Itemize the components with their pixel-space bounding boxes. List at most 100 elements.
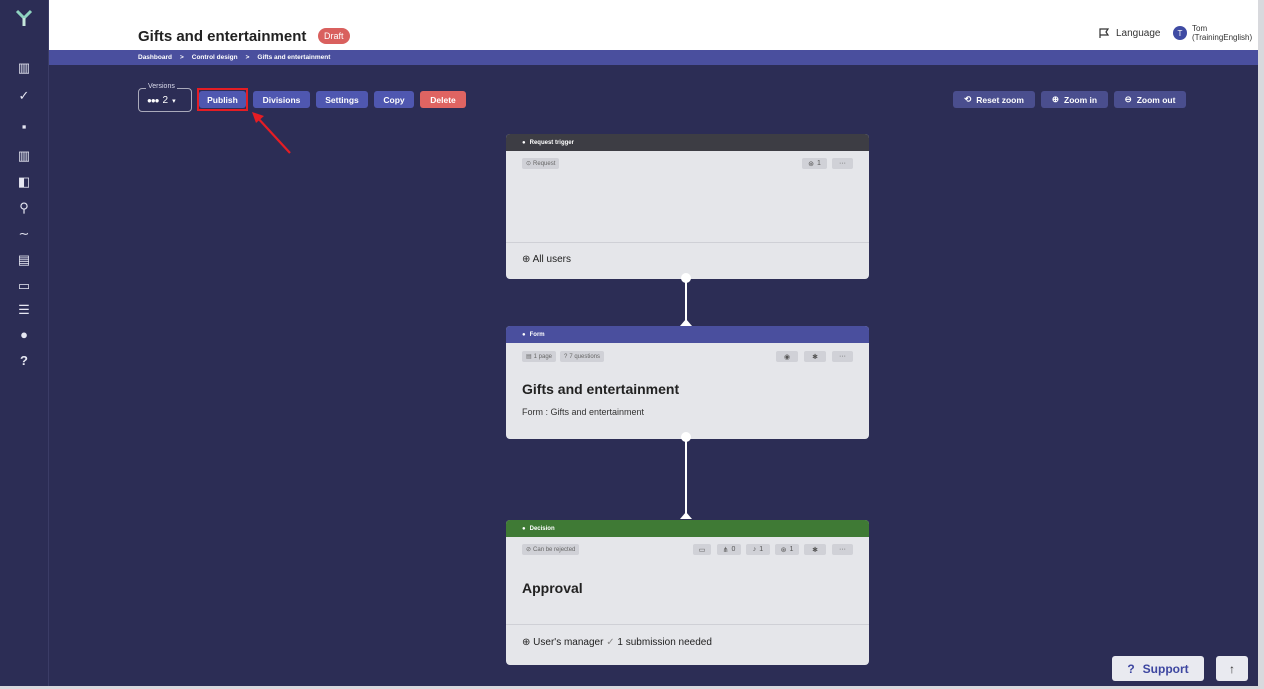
connector-line [685,280,687,324]
language-label: Language [1116,28,1161,39]
library-icon[interactable]: ◧ [13,172,35,192]
notification-count-value: 1 [759,546,764,553]
pages-chip-label: 1 page [533,353,553,360]
info-icon: ● [522,525,526,532]
more-icon[interactable]: ··· [832,544,853,555]
card-footer: ⊕ User's manager ✓ 1 submission needed [506,624,869,665]
submissions-label: 1 submission needed [617,637,712,648]
breadcrumb: Dashboard > Control design > Gifts and e… [49,50,1258,65]
help-icon[interactable]: ? [13,350,35,370]
group-icon: ⊛ [808,160,814,168]
reset-zoom-label: Reset zoom [976,94,1024,105]
calendar-icon[interactable]: ▭ [693,544,711,555]
zoom-out-icon: ⊖ [1124,94,1132,104]
request-chip: ⊙ Request [522,158,560,169]
decision-card[interactable]: ● Decision ⊘ Can be rejected ▭ ⋔ 0 ♪ 1 ⊛… [506,520,869,665]
versions-label: Versions [146,83,177,90]
zoom-out-button[interactable]: ⊖ Zoom out [1114,91,1186,108]
app-window: ▥ ✓ ▪ ▥ ◧ ⚲ ∼ ▤ ▭ ☰ ● ? Gifts and entert… [0,0,1258,686]
more-icon[interactable]: ··· [832,158,853,169]
scroll-top-button[interactable]: ↑ [1216,656,1248,681]
connector-arrow-icon [680,319,692,326]
gear-icon[interactable]: ✱ [804,351,826,362]
copy-button[interactable]: Copy [374,91,414,108]
app-logo-icon [15,9,33,26]
info-icon: ● [522,331,526,338]
user-first-name: Tom [1192,24,1208,33]
rejectable-chip: ⊘ Can be rejected [522,544,580,555]
escalation-count[interactable]: ⋔ 0 [717,544,741,555]
sliders-icon[interactable]: ☰ [13,300,35,320]
trend-icon[interactable]: ∼ [13,224,35,244]
user-account-name: (TrainingEnglish) [1192,33,1253,42]
footer-row: ⊕ User's manager ✓ 1 submission needed [522,637,712,648]
page-title: Gifts and entertainment [138,28,307,45]
status-badge: Draft [318,28,350,44]
check-circle-icon[interactable]: ✓ [13,86,35,106]
card-header: ● Request trigger [506,134,869,151]
audience-count[interactable]: ⊛ 1 [802,158,827,169]
breadcrumb-separator: > [179,54,184,61]
breadcrumb-item-current: Gifts and entertainment [257,54,331,61]
questions-chip-label: 7 questions [569,353,601,360]
delete-button[interactable]: Delete [420,91,466,108]
audience-label: All users [532,254,571,265]
briefcase-icon[interactable]: ▭ [13,276,35,296]
card-header-label: Decision [529,525,555,532]
breadcrumb-item-control-design[interactable]: Control design [192,54,238,61]
approver-count-value: 1 [789,546,794,553]
request-chip-label: Request [533,160,556,167]
approver-count[interactable]: ⊛ 1 [775,544,799,555]
preview-eye-icon[interactable]: ◉ [776,351,798,362]
card-header: ● Form [506,326,869,343]
question-icon: ? [1127,661,1135,676]
building-icon[interactable]: ▤ [13,250,35,270]
user-settings-icon[interactable]: ● [13,324,35,344]
gear-icon[interactable]: ✱ [804,544,826,555]
questions-chip: ? 7 questions [560,351,605,362]
card-header: ● Decision [506,520,869,537]
breadcrumb-separator: > [245,54,250,61]
versions-value-row: ●●● 2 ▾ [147,95,176,106]
notification-count[interactable]: ♪ 1 [746,544,770,555]
question-icon: ? [564,353,568,360]
card-header-label: Form [529,331,545,338]
zoom-in-button[interactable]: ⊕ Zoom in [1041,91,1108,108]
user-menu[interactable]: T Tom (TrainingEnglish) [1173,24,1252,42]
zoom-in-icon: ⊕ [1051,94,1060,104]
approver-label: User's manager [533,637,604,648]
block-icon: ⊘ [526,547,532,553]
connector-line [685,439,687,518]
support-label: Support [1142,661,1189,676]
reports-icon[interactable]: ▥ [13,58,35,78]
analytics-icon[interactable]: ▥ [13,146,35,166]
audience-count-value: 1 [816,160,821,167]
form-card[interactable]: ● Form ▤ 1 page ? 7 questions ◉ ✱ ··· Gi… [506,326,869,439]
reset-zoom-button[interactable]: ⟲ Reset zoom [953,91,1035,108]
hierarchy-icon: ⋔ [722,546,729,554]
flag-icon [1099,28,1110,38]
check-icon: ✓ [606,637,615,648]
settings-button[interactable]: Settings [316,91,368,108]
support-button[interactable]: ? Support [1112,656,1204,681]
globe-icon: ⊕ [522,637,531,648]
search-icon[interactable]: ⚲ [13,198,35,218]
chat-icon[interactable]: ▪ [13,116,35,136]
dots-icon: ●●● [147,96,159,105]
chevron-down-icon: ▾ [172,97,176,105]
versions-select[interactable]: Versions ●●● 2 ▾ [138,83,192,112]
request-trigger-card[interactable]: ● Request trigger ⊙ Request ⊛ 1 ··· ⊕ Al… [506,134,869,279]
more-icon[interactable]: ··· [832,351,853,362]
rejectable-chip-label: Can be rejected [533,546,576,553]
pages-chip: ▤ 1 page [522,351,557,362]
clock-icon: ⊙ [526,161,532,167]
publish-highlight-box [197,88,248,111]
left-rail: ▥ ✓ ▪ ▥ ◧ ⚲ ∼ ▤ ▭ ☰ ● ? [0,0,49,686]
reset-icon: ⟲ [964,94,972,104]
escalation-count-value: 0 [731,546,736,553]
divisions-button[interactable]: Divisions [253,91,310,108]
decision-title: Approval [522,580,583,596]
breadcrumb-item-dashboard[interactable]: Dashboard [138,54,172,61]
page-header: Gifts and entertainment Draft Language T… [49,0,1258,50]
language-selector[interactable]: Language [1099,28,1161,39]
